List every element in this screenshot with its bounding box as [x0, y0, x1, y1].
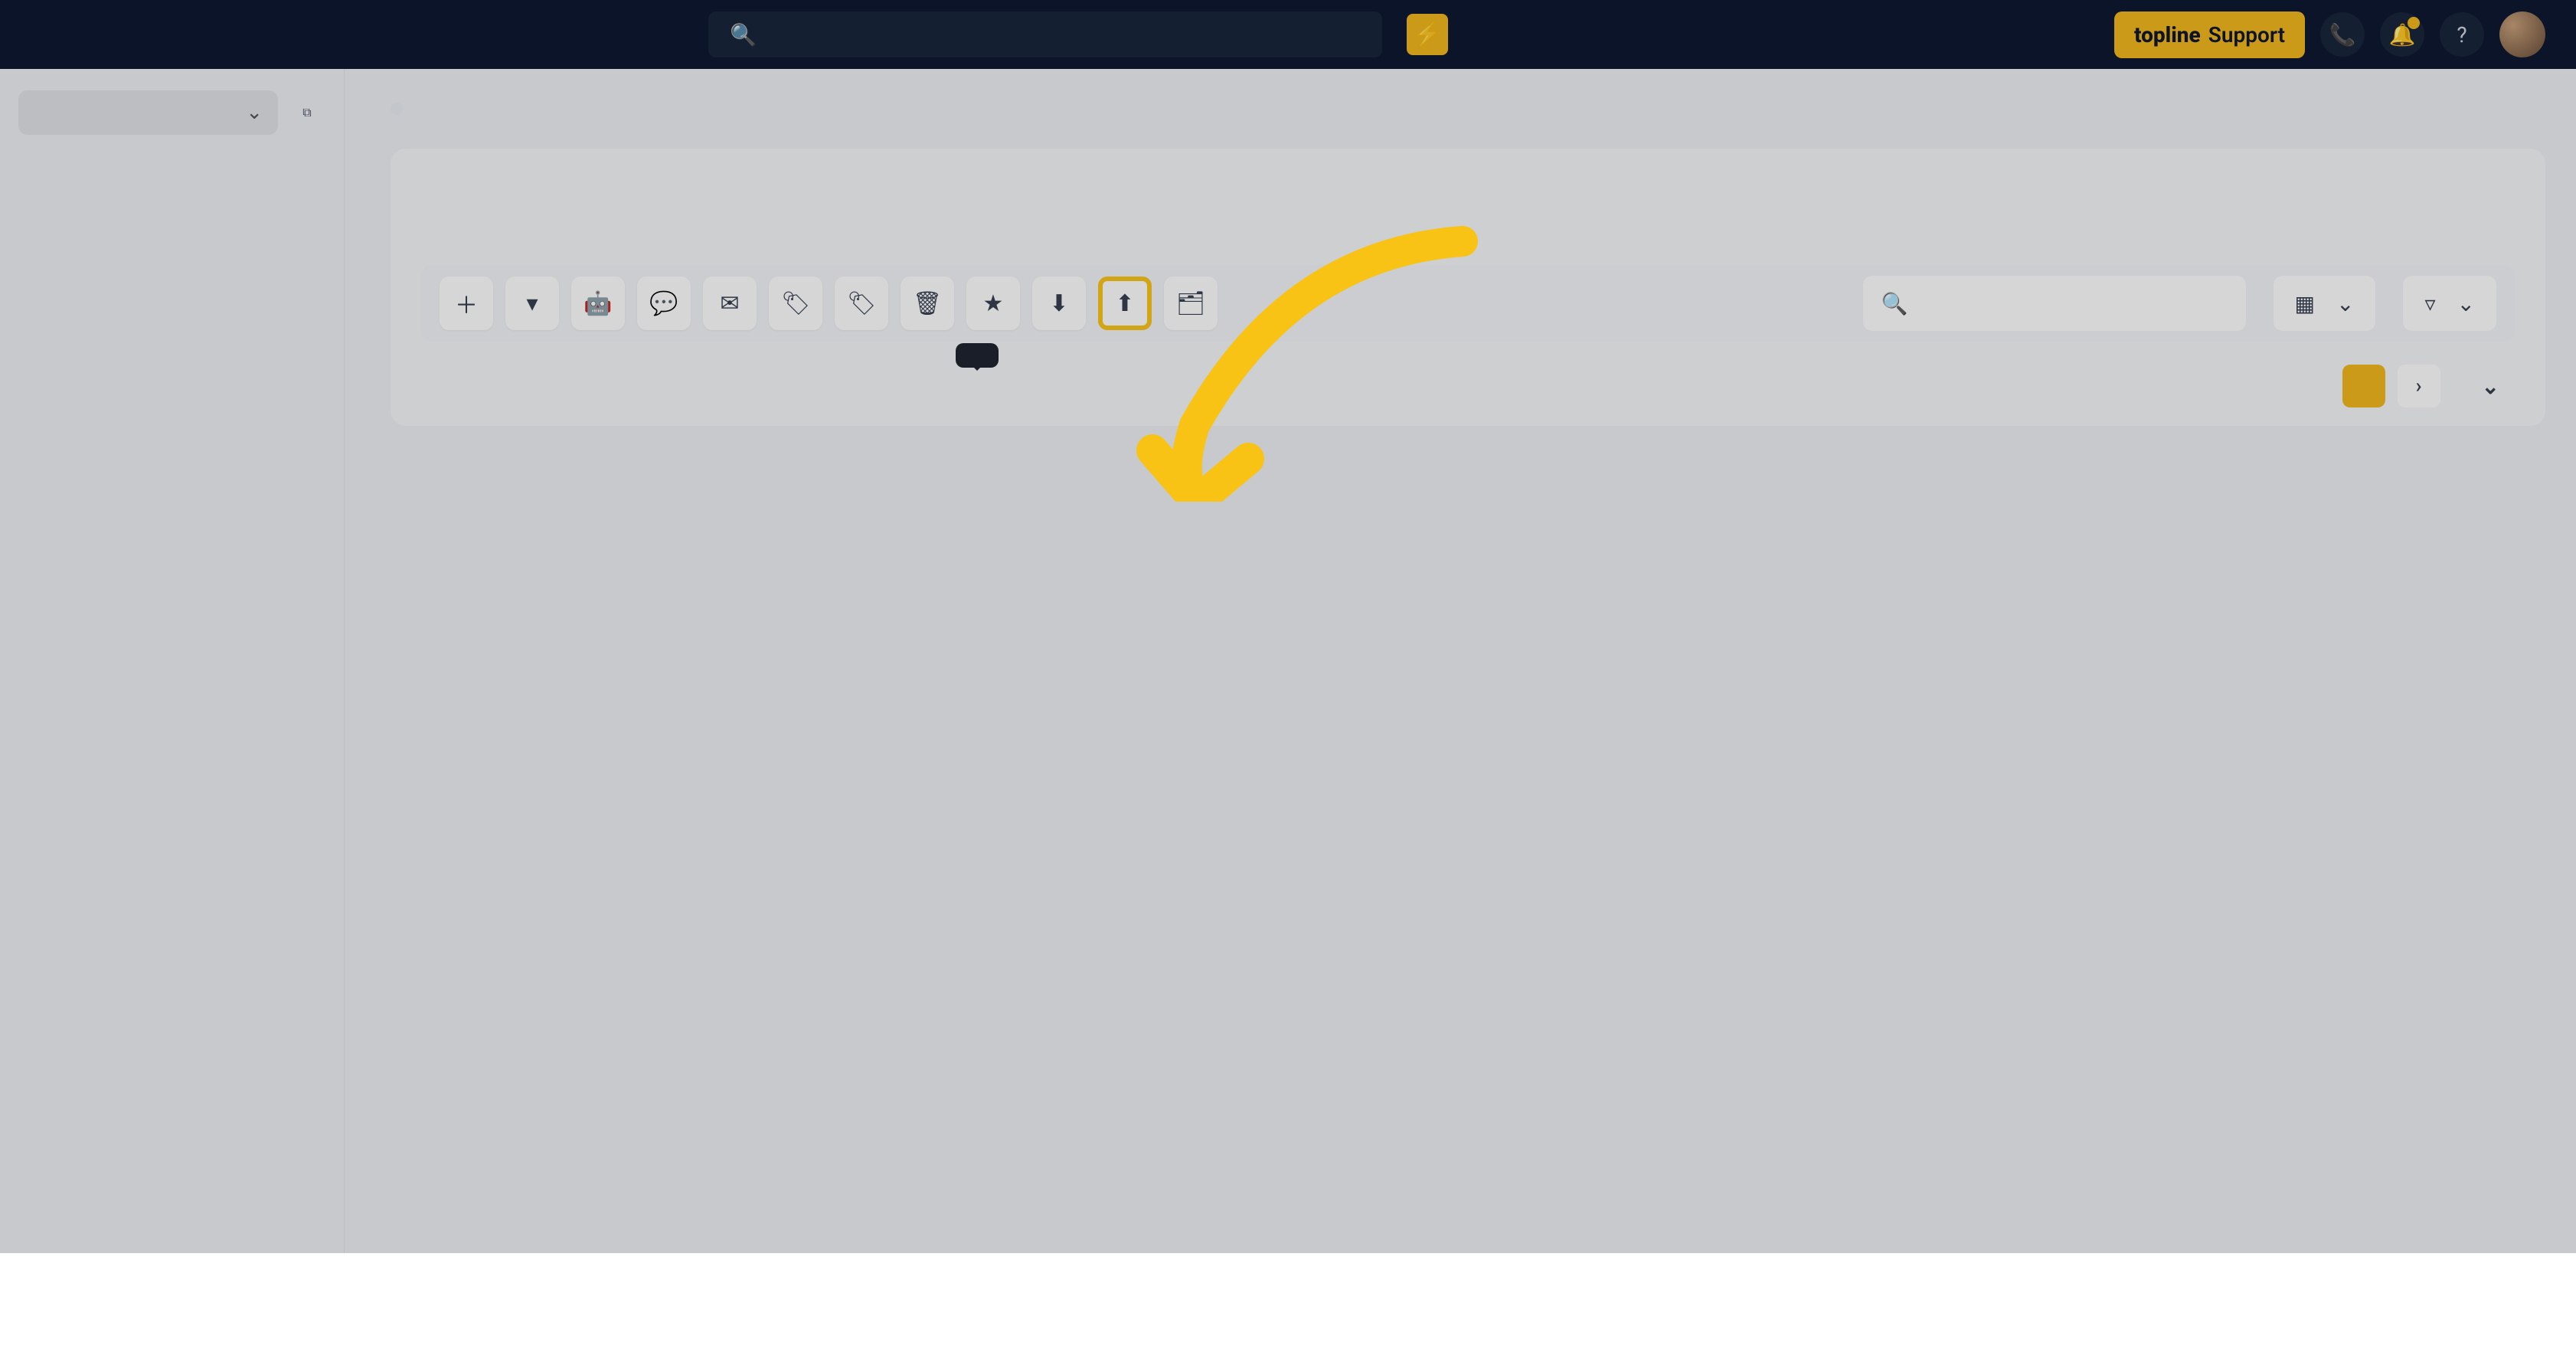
global-search-input[interactable]: 🔍	[708, 11, 1382, 57]
import-contacts-button[interactable]: ⬆	[1098, 277, 1152, 330]
view-pill-group	[391, 103, 403, 115]
contacts-toolbar: ＋ ▾ 🤖 💬 ✉ 🏷 🏷 🗑 ★ ⬇ ⬆ 🗂 🔍 ▦ ⌄ ▿	[421, 265, 2515, 342]
card-icon: 🗂	[1176, 290, 1205, 317]
page-next-button[interactable]: ›	[2398, 365, 2440, 407]
bell-icon: 🔔	[2389, 22, 2416, 47]
filter-icon: ▿	[2424, 291, 2435, 316]
page-size-select[interactable]: ⌄	[2474, 374, 2499, 399]
mail-icon: ✉	[720, 290, 739, 317]
support-brand: topline	[2134, 22, 2201, 47]
org-switcher[interactable]: ⌄	[18, 90, 278, 135]
help-icon: ?	[2457, 22, 2466, 47]
chevron-down-icon: ⌄	[246, 101, 263, 124]
header: 🔍 ⚡ topline Support 📞 🔔 ?	[0, 0, 2576, 69]
chevron-right-icon: ›	[2416, 375, 2422, 398]
tag-plus-icon: 🏷	[781, 290, 810, 317]
download-button[interactable]: ⬇	[1032, 277, 1086, 330]
star-button[interactable]: ★	[966, 277, 1020, 330]
star-icon: ★	[983, 290, 1004, 317]
notifications-button[interactable]: 🔔	[2380, 12, 2424, 57]
robot-icon: 🤖	[584, 290, 612, 317]
main: ＋ ▾ 🤖 💬 ✉ 🏷 🏷 🗑 ★ ⬇ ⬆ 🗂 🔍 ▦ ⌄ ▿	[345, 69, 2576, 1368]
chevron-down-icon: ⌄	[2336, 291, 2354, 316]
download-icon: ⬇	[1049, 290, 1068, 317]
trash-icon: 🗑	[913, 290, 942, 317]
more-filters-button[interactable]: ▿ ⌄	[2403, 276, 2496, 331]
chevron-down-icon: ⌄	[2482, 374, 2499, 399]
quick-search-input[interactable]: 🔍	[1863, 276, 2246, 331]
upload-icon: ⬆	[1115, 290, 1134, 317]
tag-remove-button[interactable]: 🏷	[835, 277, 888, 330]
sidebar: ⌄ ⧉	[0, 69, 345, 1368]
import-contacts-tooltip	[956, 343, 999, 368]
funnel-icon: ▾	[526, 290, 538, 317]
panel-toggle-button[interactable]: ⧉	[289, 94, 325, 131]
search-icon: 🔍	[1881, 291, 1908, 316]
help-button[interactable]: ?	[2440, 12, 2484, 57]
user-avatar[interactable]	[2499, 11, 2545, 57]
robot-button[interactable]: 🤖	[571, 277, 625, 330]
columns-button[interactable]: ▦ ⌄	[2274, 276, 2376, 331]
add-button[interactable]: ＋	[440, 277, 493, 330]
chevron-down-icon: ⌄	[2457, 291, 2475, 316]
support-button[interactable]: topline Support	[2114, 11, 2305, 58]
chat-icon: 💬	[649, 290, 678, 317]
panel-icon: ⧉	[302, 105, 311, 120]
tag-add-button[interactable]: 🏷	[769, 277, 822, 330]
tutorial-footer	[0, 1253, 2576, 1368]
plus-icon: ＋	[455, 286, 478, 320]
filter-toggle-button[interactable]: ▾	[505, 277, 559, 330]
email-button[interactable]: ✉	[703, 277, 757, 330]
bolt-button[interactable]: ⚡	[1407, 14, 1448, 55]
phone-button[interactable]: 📞	[2320, 12, 2365, 57]
sms-button[interactable]: 💬	[637, 277, 691, 330]
search-icon: 🔍	[730, 22, 757, 47]
page-number-current[interactable]	[2342, 365, 2385, 407]
bolt-icon: ⚡	[1413, 21, 1441, 48]
tag-minus-icon: 🏷	[847, 290, 876, 317]
delete-button[interactable]: 🗑	[901, 277, 954, 330]
phone-icon: 📞	[2329, 22, 2356, 47]
card-button[interactable]: 🗂	[1164, 277, 1218, 330]
columns-icon: ▦	[2295, 291, 2315, 316]
support-label: Support	[2208, 22, 2285, 47]
